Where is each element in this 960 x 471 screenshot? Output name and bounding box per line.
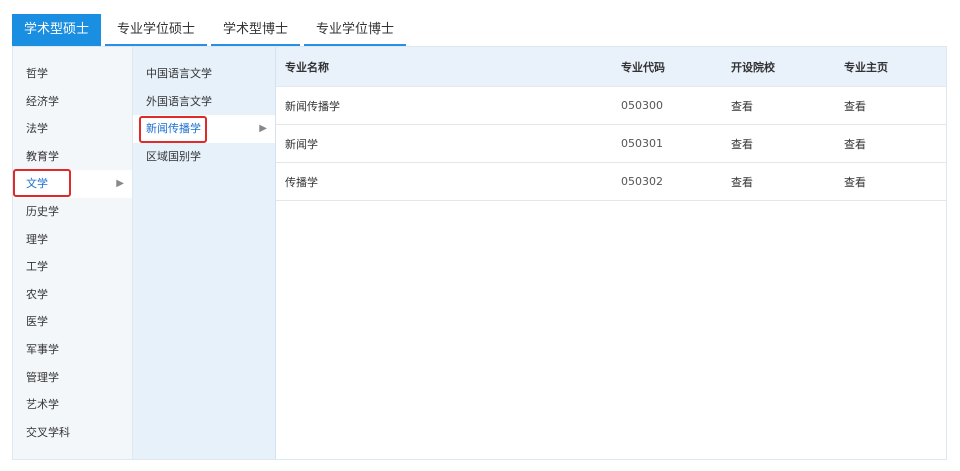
major-code: 050302 [621, 175, 663, 188]
category-label: 军事学 [26, 342, 59, 356]
table-row: 传播学 050302 查看 查看 [276, 163, 946, 201]
category-label: 理学 [26, 232, 48, 246]
degree-tabs: 学术型硕士 专业学位硕士 学术型博士 专业学位博士 [12, 14, 410, 46]
major-code: 050300 [621, 99, 663, 112]
category-item[interactable]: 历史学 [13, 198, 132, 226]
category-label: 文学 [26, 177, 48, 191]
category-item[interactable]: 理学 [13, 226, 132, 254]
view-homepage-link[interactable]: 查看 [844, 136, 866, 152]
category-label: 经济学 [26, 94, 59, 108]
category-label: 哲学 [26, 67, 48, 80]
subcategory-item-selected[interactable]: 新闻传播学 ▶ [133, 115, 275, 143]
subcategory-label: 中国语言文学 [146, 67, 212, 80]
tab-professional-master[interactable]: 专业学位硕士 [105, 14, 208, 46]
category-label: 历史学 [26, 204, 59, 218]
category-label: 交叉学科 [26, 425, 70, 439]
major-name: 传播学 [285, 175, 318, 189]
subcategory-label: 新闻传播学 [146, 122, 201, 136]
category-item[interactable]: 法学 [13, 115, 132, 143]
header-home: 专业主页 [844, 60, 888, 74]
view-homepage-link[interactable]: 查看 [844, 98, 866, 114]
category-item[interactable]: 农学 [13, 281, 132, 309]
category-label: 医学 [26, 315, 48, 329]
tab-professional-doctor[interactable]: 专业学位博士 [304, 14, 407, 46]
category-label: 法学 [26, 122, 48, 136]
category-item[interactable]: 管理学 [13, 364, 132, 392]
category-label: 工学 [26, 260, 48, 274]
subcategory-item[interactable]: 中国语言文学 [133, 60, 275, 88]
subcategory-label: 外国语言文学 [146, 94, 212, 108]
category-item[interactable]: 军事学 [13, 336, 132, 364]
category-list: 哲学 经济学 法学 教育学 文学 ▶ 历史学 理学 工学 农学 医学 军事学 管… [13, 47, 133, 459]
chevron-right-icon: ▶ [259, 123, 267, 135]
table-row: 新闻学 050301 查看 查看 [276, 125, 946, 163]
header-name: 专业名称 [285, 60, 329, 74]
header-school: 开设院校 [731, 60, 775, 74]
header-code: 专业代码 [621, 60, 665, 74]
view-homepage-link[interactable]: 查看 [844, 174, 866, 190]
subcategory-item[interactable]: 区域国别学 [133, 143, 275, 171]
category-item-selected[interactable]: 文学 ▶ [13, 170, 132, 198]
category-item[interactable]: 工学 [13, 253, 132, 281]
category-item[interactable]: 教育学 [13, 143, 132, 171]
view-schools-link[interactable]: 查看 [731, 174, 753, 190]
view-schools-link[interactable]: 查看 [731, 98, 753, 114]
category-label: 教育学 [26, 149, 59, 163]
major-code: 050301 [621, 137, 663, 150]
table-row: 新闻传播学 050300 查看 查看 [276, 87, 946, 125]
subcategory-item[interactable]: 外国语言文学 [133, 88, 275, 116]
subcategory-list: 中国语言文学 外国语言文学 新闻传播学 ▶ 区域国别学 [133, 47, 276, 459]
major-table: 专业名称 专业代码 开设院校 专业主页 新闻传播学 050300 查看 查看 新… [276, 47, 946, 459]
category-item[interactable]: 医学 [13, 308, 132, 336]
category-item[interactable]: 交叉学科 [13, 419, 132, 447]
category-label: 管理学 [26, 370, 59, 384]
category-item[interactable]: 哲学 [13, 60, 132, 88]
category-label: 艺术学 [26, 398, 59, 412]
major-name: 新闻学 [285, 137, 318, 151]
tab-academic-master[interactable]: 学术型硕士 [12, 14, 102, 46]
table-header: 专业名称 专业代码 开设院校 专业主页 [276, 47, 946, 87]
major-browser-panel: 哲学 经济学 法学 教育学 文学 ▶ 历史学 理学 工学 农学 医学 军事学 管… [12, 46, 947, 460]
view-schools-link[interactable]: 查看 [731, 136, 753, 152]
category-item[interactable]: 经济学 [13, 88, 132, 116]
chevron-right-icon: ▶ [116, 178, 124, 190]
category-item[interactable]: 艺术学 [13, 391, 132, 419]
subcategory-label: 区域国别学 [146, 149, 201, 163]
category-label: 农学 [26, 287, 48, 301]
tab-academic-doctor[interactable]: 学术型博士 [211, 14, 301, 46]
major-name: 新闻传播学 [285, 99, 340, 113]
